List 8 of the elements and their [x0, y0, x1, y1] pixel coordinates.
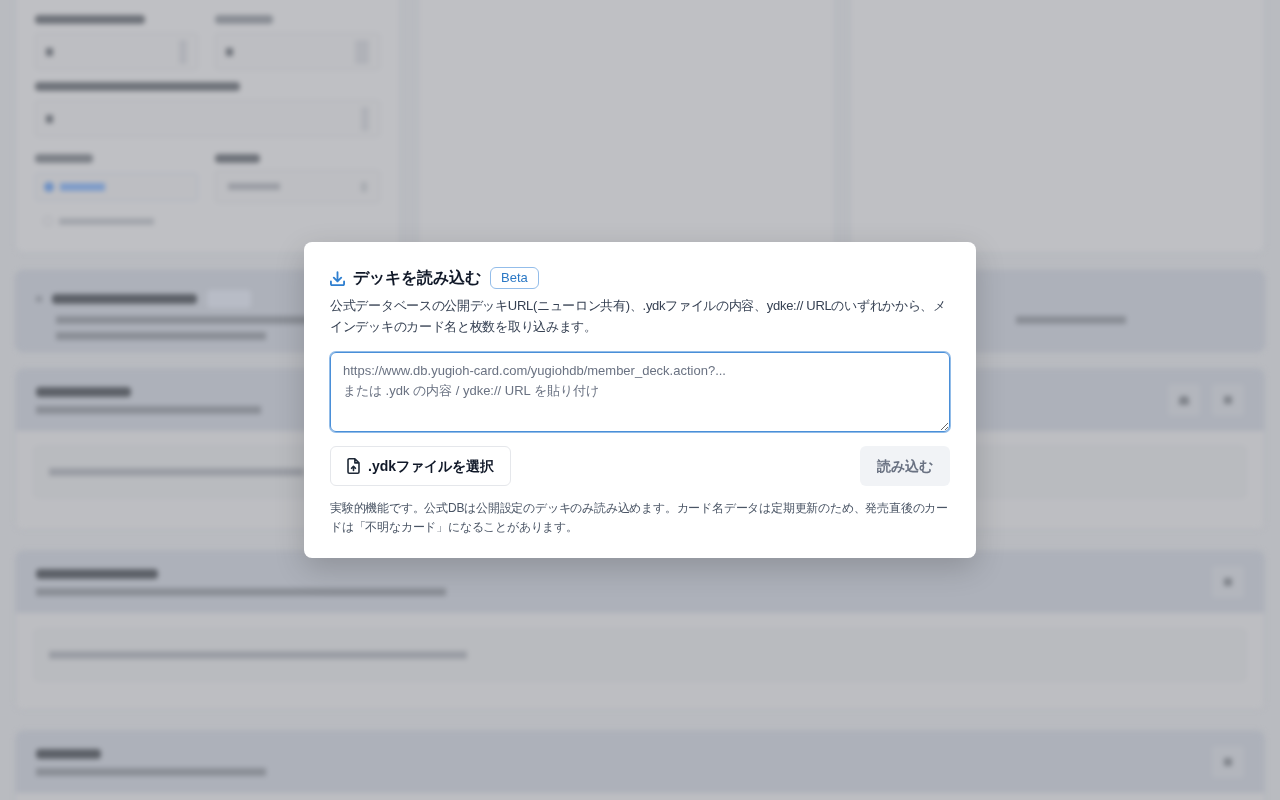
experimental-note: 実験的機能です。公式DBは公開設定のデッキのみ読み込めます。カード名データは定期更新のため、発売直後のカードは「不明なカード」になることがあります。 [330, 500, 950, 536]
download-icon [330, 270, 345, 286]
dialog-description: 公式データベースの公開デッキURL(ニューロン共有)、.ydkファイルの内容、ydke:// URLのいずれかから、メインデッキのカード名と枚数を取り込みます。 [330, 297, 947, 336]
file-upload-icon [347, 458, 360, 474]
dialog-title: デッキを読み込む [353, 268, 481, 288]
beta-badge: Beta [490, 267, 539, 289]
choose-file-button[interactable]: .ydkファイルを選択 [330, 446, 511, 486]
deck-input-field[interactable]: https://www.db.yugioh-card.com/yugiohdb/member_deck.action?... または .ydk の内容 / ydke:// URL を貼り付け [330, 352, 950, 432]
